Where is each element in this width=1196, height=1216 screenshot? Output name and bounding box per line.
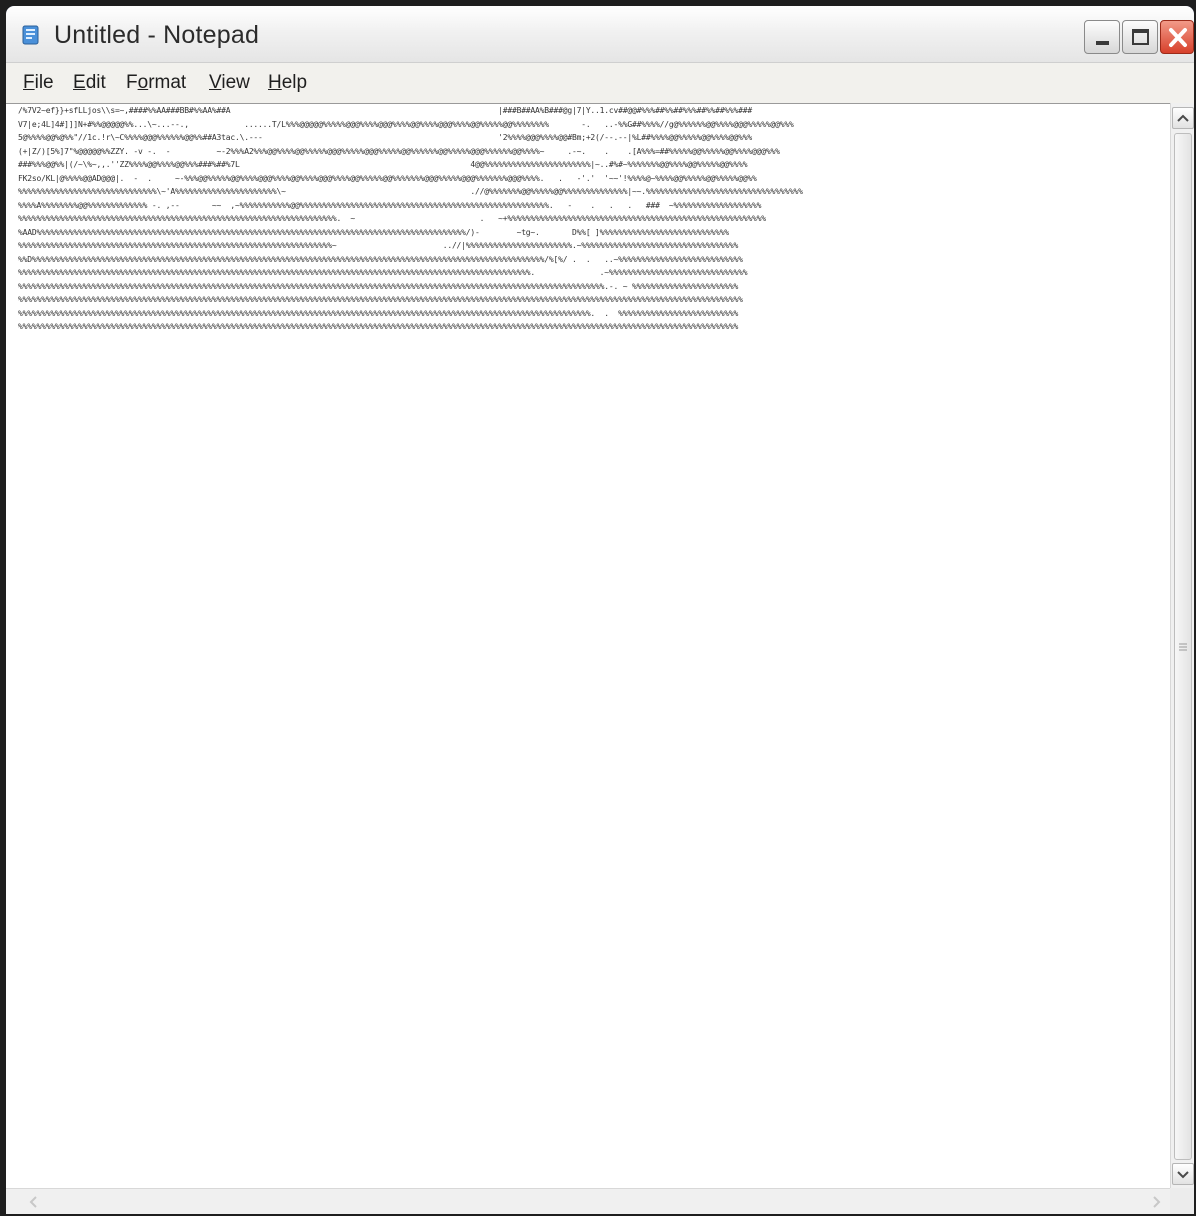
menu-bar: File Edit Format View Help [6,63,1194,103]
horizontal-scrollbar[interactable] [6,1188,1170,1214]
menu-format-rest: rmat [148,72,187,93]
editor-text[interactable]: /%7V2~ef}}+sfLLjos\\s=~,####%%AA###BB#%%… [18,104,1166,1184]
menu-edit-rest: dit [85,72,106,93]
close-icon [1169,28,1187,47]
menu-file[interactable]: File [23,72,54,94]
close-button[interactable] [1160,20,1194,54]
minimize-button[interactable] [1084,20,1120,54]
grip-icon [1179,643,1187,651]
menu-file-rest: ile [34,72,54,93]
chevron-down-icon [1177,1171,1189,1179]
chevron-left-icon[interactable] [24,1192,44,1212]
menu-format-mnemonic: o [137,72,149,93]
menu-edit-mnemonic: E [73,72,86,93]
menu-view-mnemonic: V [209,72,222,93]
menu-help[interactable]: Help [268,72,307,94]
notepad-window: Untitled - Notepad File Edit Format View… [6,6,1194,1214]
window-title: Untitled - Notepad [54,21,260,49]
menu-view[interactable]: View [209,72,250,94]
scroll-up-button[interactable] [1172,107,1194,129]
size-grip[interactable] [1170,1188,1194,1214]
chevron-right-icon[interactable] [1146,1192,1166,1212]
maximize-button[interactable] [1122,20,1158,54]
menu-format[interactable]: Format [126,72,186,94]
chevron-up-icon [1177,114,1189,122]
menu-help-rest: elp [281,72,308,93]
menu-view-rest: iew [221,72,250,93]
notepad-icon [22,25,39,45]
scroll-thumb[interactable] [1174,133,1192,1160]
menu-help-mnemonic: H [268,72,282,93]
scroll-down-button[interactable] [1172,1163,1194,1185]
menu-format-pre: F [126,72,138,93]
minimize-icon [1096,41,1109,45]
title-bar[interactable]: Untitled - Notepad [6,6,1194,63]
maximize-icon [1132,29,1149,45]
editor-area[interactable]: /%7V2~ef}}+sfLLjos\\s=~,####%%AA###BB#%%… [6,103,1170,1189]
menu-file-mnemonic: F [23,72,35,93]
menu-edit[interactable]: Edit [73,72,106,94]
vertical-scrollbar[interactable] [1170,103,1194,1188]
